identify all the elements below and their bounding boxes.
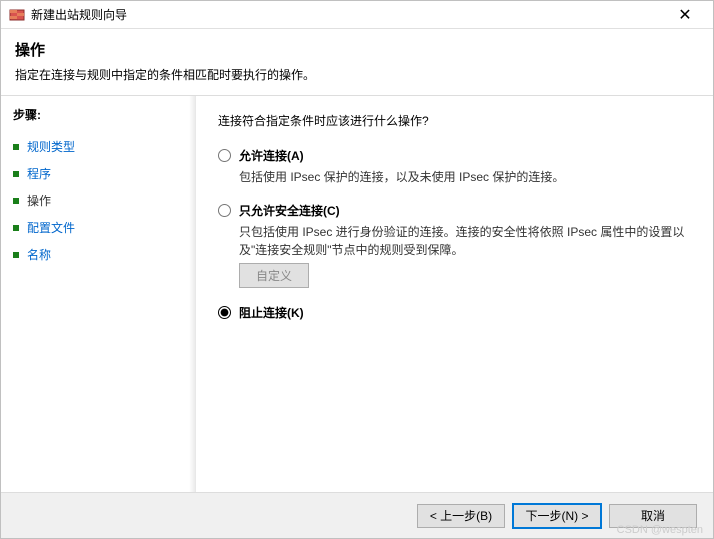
option-secure-label: 只允许安全连接(C): [239, 202, 340, 219]
step-label: 程序: [27, 165, 51, 182]
option-allow-desc: 包括使用 IPsec 保护的连接，以及未使用 IPsec 保护的连接。: [239, 168, 691, 186]
page-description: 指定在连接与规则中指定的条件相匹配时要执行的操作。: [15, 66, 699, 83]
close-button[interactable]: ✕: [665, 3, 705, 27]
page-title: 操作: [15, 39, 699, 60]
watermark: CSDN @wespten: [617, 524, 703, 536]
option-allow-row[interactable]: 允许连接(A): [218, 147, 691, 164]
firewall-icon: [9, 7, 25, 23]
step-label: 规则类型: [27, 138, 75, 155]
radio-block[interactable]: [218, 306, 231, 319]
option-secure-row[interactable]: 只允许安全连接(C): [218, 202, 691, 219]
step-label: 名称: [27, 246, 51, 263]
step-profile[interactable]: 配置文件: [13, 214, 195, 241]
option-secure-desc: 只包括使用 IPsec 进行身份验证的连接。连接的安全性将依照 IPsec 属性…: [239, 223, 691, 259]
window-title: 新建出站规则向导: [31, 6, 665, 23]
option-block: 阻止连接(K): [218, 304, 691, 321]
radio-allow[interactable]: [218, 149, 231, 162]
customize-button: 自定义: [239, 263, 309, 288]
step-rule-type[interactable]: 规则类型: [13, 133, 195, 160]
option-block-row[interactable]: 阻止连接(K): [218, 304, 691, 321]
option-allow: 允许连接(A) 包括使用 IPsec 保护的连接，以及未使用 IPsec 保护的…: [218, 147, 691, 186]
content: 连接符合指定条件时应该进行什么操作? 允许连接(A) 包括使用 IPsec 保护…: [196, 96, 713, 492]
option-secure: 只允许安全连接(C) 只包括使用 IPsec 进行身份验证的连接。连接的安全性将…: [218, 202, 691, 288]
steps-label: 步骤:: [13, 106, 195, 123]
header: 操作 指定在连接与规则中指定的条件相匹配时要执行的操作。: [1, 29, 713, 95]
bullet-icon: [13, 171, 19, 177]
option-block-label: 阻止连接(K): [239, 304, 304, 321]
back-button[interactable]: < 上一步(B): [417, 504, 505, 528]
step-program[interactable]: 程序: [13, 160, 195, 187]
option-allow-label: 允许连接(A): [239, 147, 304, 164]
titlebar: 新建出站规则向导 ✕: [1, 1, 713, 29]
next-button[interactable]: 下一步(N) >: [513, 504, 601, 528]
bullet-icon: [13, 144, 19, 150]
footer: < 上一步(B) 下一步(N) > 取消: [1, 492, 713, 538]
bullet-icon: [13, 225, 19, 231]
step-name[interactable]: 名称: [13, 241, 195, 268]
radio-secure[interactable]: [218, 204, 231, 217]
step-action[interactable]: 操作: [13, 187, 195, 214]
bullet-icon: [13, 198, 19, 204]
step-label: 操作: [27, 192, 51, 209]
bullet-icon: [13, 252, 19, 258]
question-text: 连接符合指定条件时应该进行什么操作?: [218, 112, 691, 129]
body: 步骤: 规则类型 程序 操作 配置文件 名称 连接符合指定条件时应该进行什么操作…: [1, 95, 713, 492]
sidebar: 步骤: 规则类型 程序 操作 配置文件 名称: [1, 96, 196, 492]
wizard-window: 新建出站规则向导 ✕ 操作 指定在连接与规则中指定的条件相匹配时要执行的操作。 …: [0, 0, 714, 539]
step-label: 配置文件: [27, 219, 75, 236]
